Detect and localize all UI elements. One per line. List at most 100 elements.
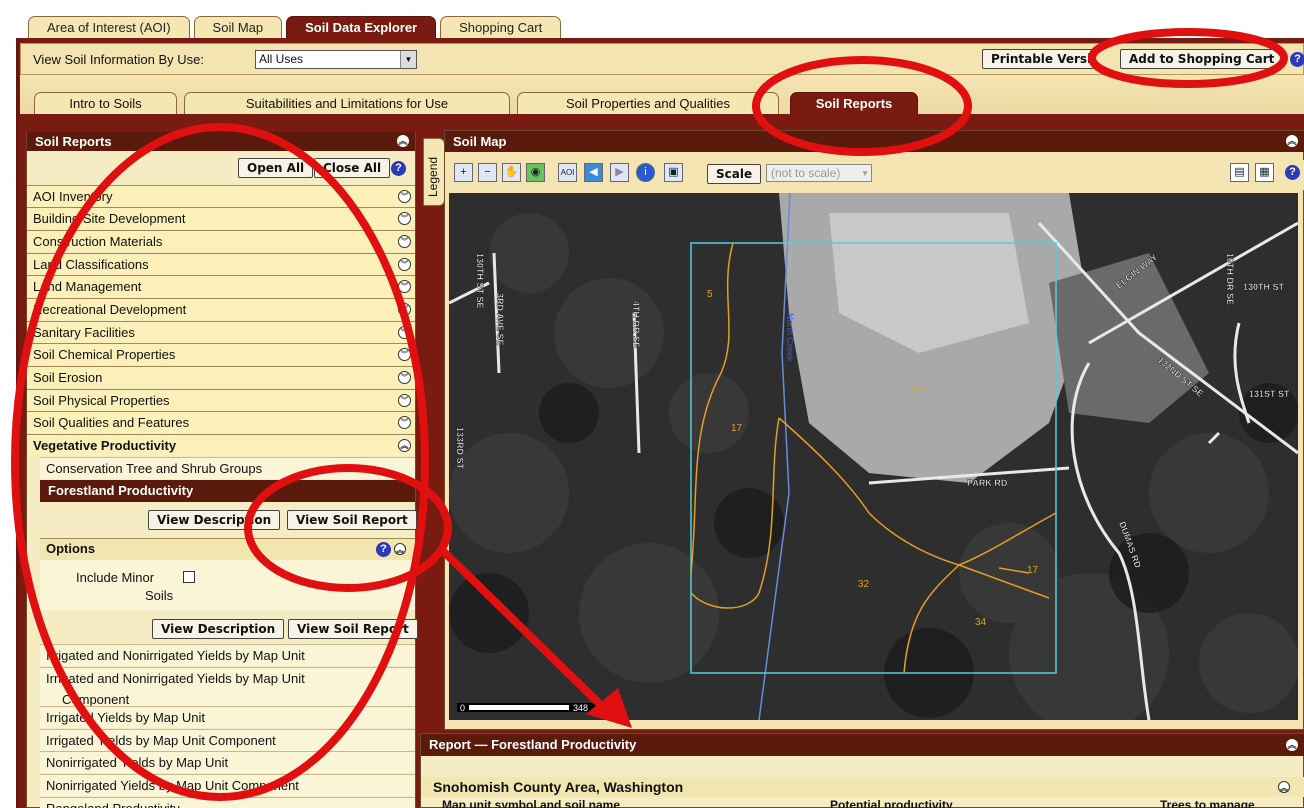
expand-icon[interactable]: ︾ xyxy=(398,280,411,293)
street-label: 133RD ST xyxy=(455,427,465,470)
category-label: Building Site Development xyxy=(33,211,186,226)
selected-report-title: Forestland Productivity xyxy=(48,483,194,498)
report-rangeland[interactable]: Rangeland Productivity xyxy=(40,797,415,808)
category-building-site[interactable]: Building Site Development ︾ xyxy=(27,207,415,229)
category-soil-erosion[interactable]: Soil Erosion ︾ xyxy=(27,366,415,388)
report-label: Irrigated and Nonirrigated Yields by Map… xyxy=(46,671,305,686)
zoom-out-icon[interactable]: − xyxy=(478,163,497,182)
full-extent-icon[interactable]: ◉ xyxy=(526,163,545,182)
expand-icon[interactable]: ︾ xyxy=(398,303,411,316)
tab-shopping-cart[interactable]: Shopping Cart xyxy=(440,16,562,38)
report-irrigated-component[interactable]: Irrigated Yields by Map Unit Component xyxy=(40,729,415,751)
category-construction-materials[interactable]: Construction Materials ︾ xyxy=(27,230,415,252)
column-map-unit: Map unit symbol and soil name xyxy=(442,798,621,808)
category-land-classifications[interactable]: Land Classifications ︾ xyxy=(27,253,415,275)
report-title: Report — Forestland Productivity xyxy=(429,737,637,752)
report-irrigated-map-unit[interactable]: Irrigated Yields by Map Unit xyxy=(40,706,415,728)
category-soil-qualities[interactable]: Soil Qualities and Features ︾ xyxy=(27,411,415,433)
category-vegetative-productivity[interactable]: Vegetative Productivity ︽ xyxy=(27,434,415,456)
street-label: PARK RD xyxy=(967,478,1008,488)
expand-icon[interactable]: ︾ xyxy=(398,212,411,225)
report-irrigated-nonirrigated-map-unit[interactable]: Irrigated and Nonirrigated Yields by Map… xyxy=(40,644,415,666)
collapse-icon[interactable]: ︽ xyxy=(1286,739,1298,751)
help-icon[interactable]: ? xyxy=(1285,165,1300,180)
view-description-button[interactable]: View Description xyxy=(148,510,281,530)
category-recreational-development[interactable]: Recreational Development ︾ xyxy=(27,298,415,320)
street-label: 130TH ST xyxy=(1243,282,1285,292)
report-label: Component xyxy=(62,692,130,707)
open-all-button[interactable]: Open All xyxy=(238,158,314,178)
zoom-to-aoi-icon[interactable]: AOI xyxy=(558,163,577,182)
report-irrigated-nonirrigated-component[interactable]: Irrigated and Nonirrigated Yields by Map… xyxy=(40,667,415,707)
aerial-map[interactable]: 5 17 82 32 34 17 130TH ST SE 3RD AVE SE … xyxy=(449,193,1298,720)
help-icon[interactable]: ? xyxy=(391,161,406,176)
scale-button[interactable]: Scale xyxy=(707,164,762,184)
soils-label: Soils xyxy=(145,588,174,603)
collapse-icon[interactable]: ︽ xyxy=(1286,135,1298,147)
tab-area-of-interest[interactable]: Area of Interest (AOI) xyxy=(28,16,190,38)
use-select-value: All Uses xyxy=(259,52,304,66)
street-label: 3RD AVE SE xyxy=(495,293,505,346)
county-header: Snohomish County Area, Washington ︽ xyxy=(421,777,1304,797)
info-icon[interactable]: i xyxy=(636,163,655,182)
report-nonirrigated-map-unit[interactable]: Nonirrigated Yields by Map Unit xyxy=(40,751,415,773)
map-unit-label: 34 xyxy=(975,617,987,628)
close-all-button[interactable]: Close All xyxy=(314,158,391,178)
category-land-management[interactable]: Land Management ︾ xyxy=(27,275,415,297)
options-body: Include Minor Soils xyxy=(40,560,415,610)
expand-icon[interactable]: ︾ xyxy=(398,326,411,339)
category-sanitary-facilities[interactable]: Sanitary Facilities ︾ xyxy=(27,321,415,343)
collapse-icon[interactable]: ︽ xyxy=(1278,781,1290,793)
use-select[interactable]: All Uses ▼ xyxy=(255,50,417,69)
expand-icon[interactable]: ︾ xyxy=(398,348,411,361)
chevron-down-icon: ▼ xyxy=(400,51,416,68)
options-header: Options ? ︽ xyxy=(40,538,415,560)
back-arrow-icon[interactable]: ◀ xyxy=(584,163,603,182)
tab-intro-to-soils[interactable]: Intro to Soils xyxy=(34,92,177,114)
tab-suitabilities[interactable]: Suitabilities and Limitations for Use xyxy=(184,92,510,114)
view-soil-report-button[interactable]: View Soil Report xyxy=(287,510,417,530)
map-layout-icon[interactable]: ▦ xyxy=(1255,163,1274,182)
help-icon[interactable]: ? xyxy=(1290,52,1304,67)
tab-soil-data-explorer[interactable]: Soil Data Explorer xyxy=(286,16,437,38)
chevron-down-icon: ▼ xyxy=(861,169,869,178)
collapse-icon[interactable]: ︽ xyxy=(398,439,411,452)
category-soil-physical[interactable]: Soil Physical Properties ︾ xyxy=(27,389,415,411)
expand-icon[interactable]: ︾ xyxy=(398,258,411,271)
expand-icon[interactable]: ︾ xyxy=(398,371,411,384)
category-aoi-inventory[interactable]: AOI Inventory ︾ xyxy=(27,185,415,207)
category-label: Soil Physical Properties xyxy=(33,393,170,408)
collapse-icon[interactable]: ︽ xyxy=(397,135,409,147)
report-header: Report — Forestland Productivity ︽ xyxy=(421,734,1304,756)
tab-soil-properties[interactable]: Soil Properties and Qualities xyxy=(517,92,779,114)
expand-icon[interactable]: ︾ xyxy=(398,416,411,429)
scale-value: (not to scale) xyxy=(771,166,841,180)
forward-arrow-icon[interactable]: ▶ xyxy=(610,163,629,182)
printable-version-button[interactable]: Printable Versio xyxy=(982,49,1094,69)
tab-soil-map[interactable]: Soil Map xyxy=(193,16,283,38)
legend-layout-icon[interactable]: ▤ xyxy=(1230,163,1249,182)
zoom-in-icon[interactable]: + xyxy=(454,163,473,182)
county-title: Snohomish County Area, Washington xyxy=(433,779,684,795)
view-soil-report-button-2[interactable]: View Soil Report xyxy=(288,619,418,639)
view-description-button-2[interactable]: View Description xyxy=(152,619,285,639)
tab-soil-reports[interactable]: Soil Reports xyxy=(790,92,918,114)
pan-hand-icon[interactable]: ✋ xyxy=(502,163,521,182)
report-nonirrigated-component[interactable]: Nonirrigated Yields by Map Unit Componen… xyxy=(40,774,415,796)
soil-map-title: Soil Map xyxy=(453,134,507,149)
scale-select[interactable]: (not to scale) ▼ xyxy=(766,164,872,182)
help-icon[interactable]: ? xyxy=(376,542,391,557)
add-to-shopping-cart-button[interactable]: Add to Shopping Cart xyxy=(1120,49,1284,69)
street-label: 131ST ST xyxy=(1249,389,1290,399)
view-by-use-bar: View Soil Information By Use: All Uses ▼ xyxy=(20,43,1304,75)
report-conservation-tree[interactable]: Conservation Tree and Shrub Groups xyxy=(40,457,415,479)
include-minor-checkbox[interactable] xyxy=(183,571,195,583)
collapse-icon[interactable]: ︽ xyxy=(394,543,406,555)
expand-icon[interactable]: ︾ xyxy=(398,190,411,203)
expand-icon[interactable]: ︾ xyxy=(398,235,411,248)
expand-icon[interactable]: ︾ xyxy=(398,394,411,407)
legend-tab[interactable]: Legend xyxy=(423,138,445,206)
layers-icon[interactable]: ▣ xyxy=(664,163,683,182)
category-soil-chemical[interactable]: Soil Chemical Properties ︾ xyxy=(27,343,415,365)
column-potential-productivity: Potential productivity xyxy=(830,798,953,808)
